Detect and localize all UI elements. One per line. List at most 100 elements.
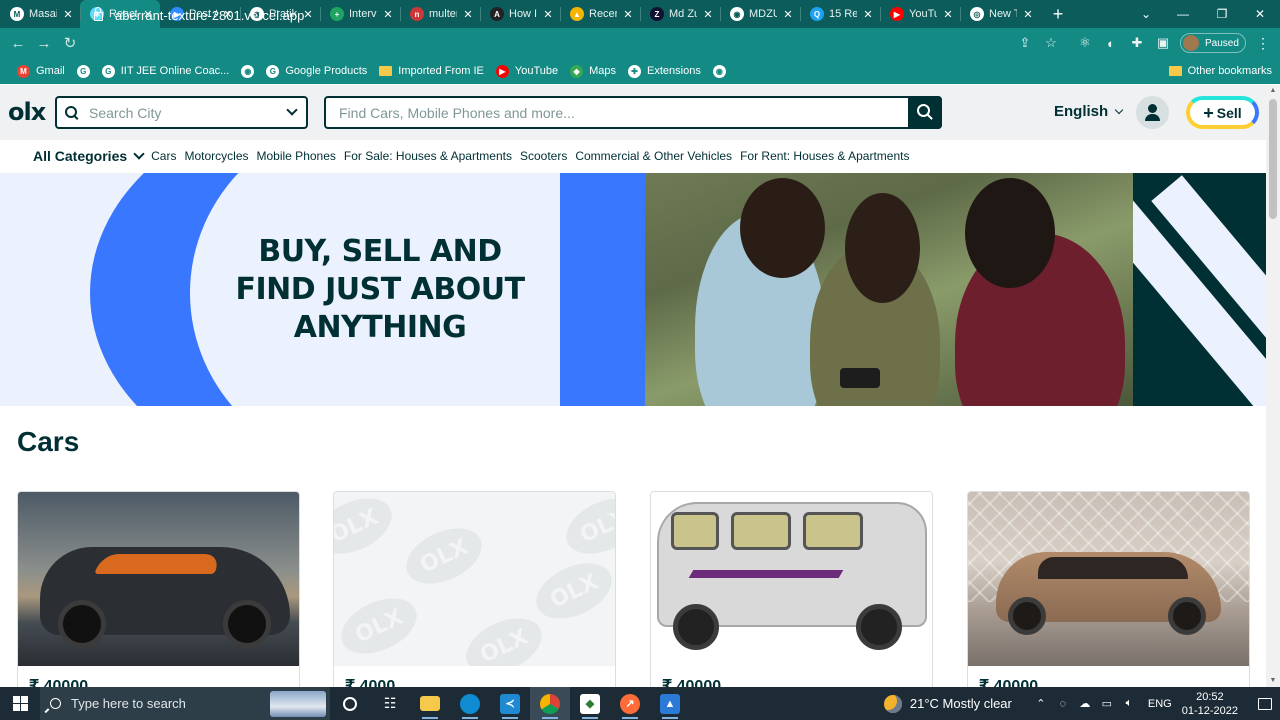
bookmark-label: Imported From IE <box>398 65 484 77</box>
scrollbar-thumb[interactable] <box>1269 99 1277 219</box>
bookmark-item[interactable]: G <box>72 60 95 82</box>
search-button[interactable] <box>908 96 942 129</box>
weather-widget[interactable]: 21°C Mostly clear <box>883 694 1012 713</box>
chrome-icon[interactable] <box>530 687 570 720</box>
other-bookmarks[interactable]: Other bookmarks <box>1168 58 1272 84</box>
bookmark-item[interactable]: Imported From IE <box>374 60 489 82</box>
bookmark-item[interactable]: ◉ <box>236 60 259 82</box>
edge-icon[interactable] <box>450 687 490 720</box>
plus-icon: + <box>1203 102 1214 123</box>
reload-button[interactable]: ↻ <box>57 30 83 56</box>
scroll-up-icon[interactable]: ▲ <box>1266 85 1280 97</box>
category-link[interactable]: Mobile Phones <box>257 149 336 163</box>
network-icon[interactable]: ◌ <box>1054 698 1072 710</box>
volume-icon[interactable]: 🔈︎ <box>1120 697 1138 710</box>
postman-icon[interactable]: ↗ <box>610 687 650 720</box>
user-icon[interactable] <box>1136 96 1169 129</box>
forward-button[interactable]: → <box>31 30 57 56</box>
placeholder-image: OLX OLX OLX OLX OLX OLX <box>334 492 615 666</box>
tab-search-icon[interactable]: ⌄ <box>1126 0 1166 28</box>
tab-title: Masai <box>29 8 57 20</box>
start-button[interactable] <box>0 687 40 720</box>
main-search <box>324 96 942 129</box>
browser-menu-icon[interactable]: ⋮ <box>1256 33 1270 53</box>
bookmark-item[interactable]: ▶ YouTube <box>491 60 563 82</box>
category-link[interactable]: For Rent: Houses & Apartments <box>740 149 909 163</box>
bookmark-item[interactable]: G Google Products <box>261 60 372 82</box>
category-link[interactable]: Commercial & Other Vehicles <box>575 149 732 163</box>
car-image <box>968 492 1249 666</box>
minimize-button[interactable]: — <box>1163 0 1203 28</box>
side-panel-icon[interactable]: ▣ <box>1155 35 1171 51</box>
widgets-icon[interactable]: ☷ <box>370 687 410 720</box>
clock[interactable]: 20:52 01-12-2022 <box>1182 690 1238 718</box>
bookmark-icon: G <box>101 64 115 78</box>
bookmark-item[interactable]: ◆ Maps <box>565 60 621 82</box>
windows-logo-icon <box>12 696 28 711</box>
product-card[interactable]: ₹ 40000 <box>17 491 300 687</box>
photos-icon[interactable]: ▲ <box>650 687 690 720</box>
all-categories-dropdown[interactable]: All Categories <box>33 147 145 164</box>
bookmark-icon: ◆ <box>570 64 584 78</box>
address-bar[interactable]: aberrant-texture-2801.vercel.app <box>88 3 1078 27</box>
olx-logo[interactable]: olx <box>8 99 46 125</box>
browser-tab[interactable]: M Masai ✕ <box>0 0 80 28</box>
input-language[interactable]: ENG <box>1148 698 1172 710</box>
headline-line-2: FIND JUST ABOUT <box>235 272 525 307</box>
site-header: olx English + Sell <box>0 85 1266 140</box>
hero-banner[interactable]: BUY, SELL AND FIND JUST ABOUT ANYTHING <box>0 173 1266 406</box>
lock-icon <box>94 6 103 21</box>
share-icon[interactable]: ⇪ <box>1017 35 1033 51</box>
category-link[interactable]: For Sale: Houses & Apartments <box>344 149 512 163</box>
react-devtools-icon[interactable]: ⚛ <box>1077 35 1093 51</box>
category-link[interactable]: Scooters <box>520 149 567 163</box>
profile-button[interactable]: Paused <box>1180 33 1246 53</box>
chevron-down-icon[interactable] <box>286 104 298 116</box>
bookmark-star-icon[interactable]: ☆ <box>1043 35 1059 51</box>
back-button[interactable]: ← <box>5 30 31 56</box>
product-card[interactable]: OLX OLX OLX OLX OLX OLX ₹ 4000 <box>333 491 616 687</box>
extensions-icon[interactable]: ✚ <box>1129 35 1145 51</box>
sell-button[interactable]: + Sell <box>1186 96 1259 129</box>
onedrive-icon[interactable]: ☁ <box>1076 697 1094 710</box>
task-view-icon[interactable] <box>330 687 370 720</box>
taskbar-search[interactable]: Type here to search <box>40 687 330 720</box>
person-right-hair <box>965 178 1055 288</box>
section-title: Cars <box>17 426 80 457</box>
language-selector[interactable]: English <box>1054 103 1124 120</box>
show-hidden-icons[interactable]: ⌃ <box>1032 697 1050 710</box>
category-link[interactable]: Cars <box>151 149 176 163</box>
notepad-icon[interactable]: ◆ <box>570 687 610 720</box>
file-explorer-icon[interactable] <box>410 687 450 720</box>
person-left-hair <box>740 178 825 278</box>
vscode-icon[interactable]: ≺ <box>490 687 530 720</box>
bookmarks-bar: M Gmail G G IIT JEE Online Coac... ◉ G Google P… <box>0 58 1280 84</box>
product-card[interactable]: ₹ 40000 <box>650 491 933 687</box>
bookmark-label: Google Products <box>285 65 368 77</box>
profile-status: Paused <box>1205 37 1239 49</box>
product-card[interactable]: ₹ 40000 <box>967 491 1250 687</box>
notifications-icon[interactable] <box>1250 687 1280 720</box>
banner-blue-panel <box>560 173 645 406</box>
bookmark-item[interactable]: ◉ <box>708 60 731 82</box>
page-scrollbar[interactable]: ▲ ▼ <box>1266 85 1280 687</box>
folder-icon <box>1168 66 1182 76</box>
bookmark-item[interactable]: G IIT JEE Online Coac... <box>97 60 235 82</box>
search-icon <box>65 105 79 120</box>
bookmark-item[interactable]: ✚ Extensions <box>623 60 706 82</box>
search-icon <box>50 698 61 709</box>
sell-label: Sell <box>1216 104 1242 121</box>
phone-in-hand <box>840 368 880 388</box>
scroll-down-icon[interactable]: ▼ <box>1266 675 1280 687</box>
search-input[interactable] <box>339 104 899 121</box>
close-tab-icon[interactable]: ✕ <box>62 8 74 21</box>
city-search-input[interactable] <box>89 104 279 121</box>
bookmark-item[interactable]: M Gmail <box>12 60 70 82</box>
city-search[interactable] <box>55 96 308 129</box>
restore-button[interactable]: ❐ <box>1202 0 1242 28</box>
category-link[interactable]: Motorcycles <box>184 149 248 163</box>
dark-reader-icon[interactable]: ◐ <box>1103 35 1119 51</box>
windows-taskbar: Type here to search ☷ ≺ ◆ ↗ ▲ 21°C Mostl… <box>0 687 1280 720</box>
battery-icon[interactable]: ▭ <box>1098 697 1116 710</box>
close-window-button[interactable]: ✕ <box>1240 0 1280 28</box>
